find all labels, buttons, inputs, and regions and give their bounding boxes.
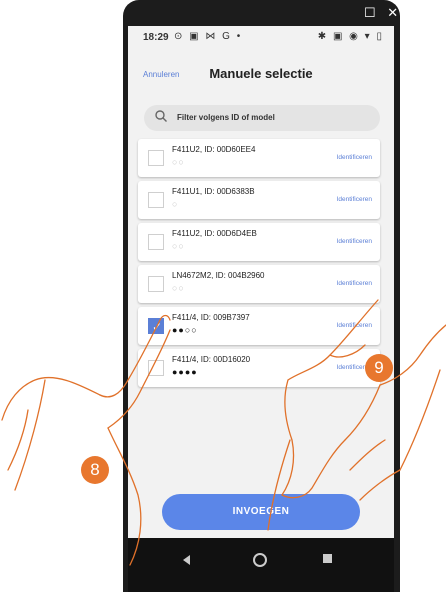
signal-dots: ○: [172, 199, 179, 209]
search-placeholder: Filter volgens ID of model: [177, 113, 275, 122]
signal-dots: ●●●●: [172, 367, 198, 377]
device-label: LN4672M2, ID: 004B2960: [172, 271, 265, 280]
device-item[interactable]: F411U2, ID: 00D6D4EB ○○ Identificeren: [138, 223, 380, 261]
device-checkbox[interactable]: [148, 192, 164, 208]
identify-button[interactable]: Identificeren: [337, 280, 372, 287]
device-label: F411/4, ID: 009B7397: [172, 313, 250, 322]
step-badge-8: 8: [81, 456, 109, 484]
device-checkbox[interactable]: [148, 234, 164, 250]
search-icon: [155, 110, 167, 122]
status-notification-icons: ⊙ ▣ ⋈ G •: [174, 31, 243, 42]
identify-button[interactable]: Identificeren: [337, 238, 372, 245]
signal-dots: ○○: [172, 241, 185, 251]
window-controls[interactable]: ☐ ✕: [364, 5, 402, 21]
insert-button[interactable]: INVOEGEN: [162, 494, 360, 530]
status-time: 18:29: [143, 32, 169, 43]
checkmark-icon: ✓: [152, 320, 163, 334]
identify-button[interactable]: Identificeren: [337, 322, 372, 329]
android-nav-bar: [128, 538, 394, 592]
device-item-selected[interactable]: ✓ F411/4, ID: 009B7397 ●●○○ Identificere…: [138, 307, 380, 345]
signal-dots: ○○: [172, 157, 185, 167]
app-screen: 18:29 ⊙ ▣ ⋈ G • ✱ ▣ ◉ ▾ ▯ Manuele select…: [128, 26, 394, 538]
device-label: F411U2, ID: 00D60EE4: [172, 145, 256, 154]
identify-button[interactable]: Identificeren: [337, 196, 372, 203]
device-label: F411U2, ID: 00D6D4EB: [172, 229, 257, 238]
home-icon[interactable]: [253, 553, 267, 567]
device-item[interactable]: F411U1, ID: 00D6383B ○ Identificeren: [138, 181, 380, 219]
cancel-button[interactable]: Annuleren: [143, 70, 179, 79]
step-badge-9: 9: [365, 354, 393, 382]
signal-dots: ●●○○: [172, 325, 198, 335]
status-bar: 18:29 ⊙ ▣ ⋈ G • ✱ ▣ ◉ ▾ ▯: [128, 26, 394, 48]
device-item[interactable]: LN4672M2, ID: 004B2960 ○○ Identificeren: [138, 265, 380, 303]
device-checkbox-checked[interactable]: ✓: [148, 318, 164, 334]
header: Manuele selectie Annuleren: [128, 66, 394, 86]
device-label: F411/4, ID: 00D16020: [172, 355, 251, 364]
device-checkbox[interactable]: [148, 276, 164, 292]
identify-button[interactable]: Identificeren: [337, 154, 372, 161]
back-icon[interactable]: [183, 555, 190, 565]
recent-apps-icon[interactable]: [323, 554, 332, 563]
device-label: F411U1, ID: 00D6383B: [172, 187, 255, 196]
device-item[interactable]: F411/4, ID: 00D16020 ●●●● Identificeren: [138, 349, 380, 387]
device-checkbox[interactable]: [148, 360, 164, 376]
device-checkbox[interactable]: [148, 150, 164, 166]
status-system-icons: ✱ ▣ ◉ ▾ ▯: [317, 31, 384, 42]
signal-dots: ○○: [172, 283, 185, 293]
search-input[interactable]: Filter volgens ID of model: [144, 105, 380, 131]
device-item[interactable]: F411U2, ID: 00D60EE4 ○○ Identificeren: [138, 139, 380, 177]
